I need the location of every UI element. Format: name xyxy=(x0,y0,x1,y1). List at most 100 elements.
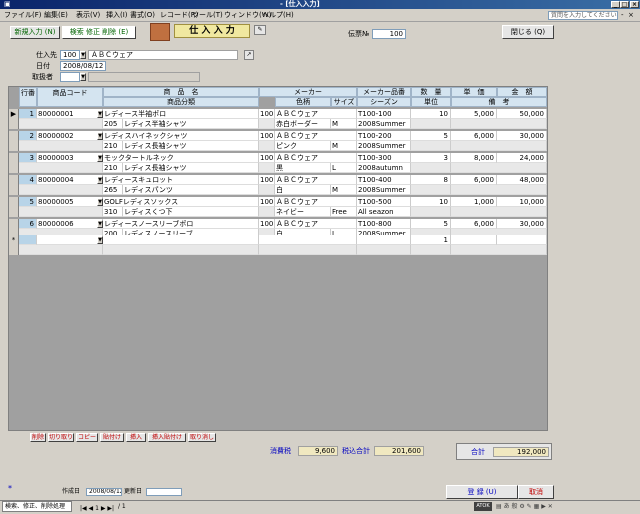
season[interactable]: All seazon xyxy=(357,207,411,217)
maker-partno[interactable]: T100-200 xyxy=(357,131,411,141)
maker-code[interactable]: 100 xyxy=(259,131,275,141)
season[interactable]: 2008Summer xyxy=(357,185,411,195)
close-button[interactable]: 閉じる (Q) xyxy=(502,25,554,39)
unit-price[interactable]: 6,000 xyxy=(451,131,497,141)
shiiresaki-lookup-icon[interactable]: ↗ xyxy=(244,50,254,60)
maker-code[interactable]: 100 xyxy=(259,109,275,119)
cut-row-button[interactable]: 切り取り xyxy=(48,433,74,442)
table-row[interactable]: 3 80000003 モックタートルネック 100 ＡＢＣウェア T100-300 3 8,0… xyxy=(19,153,547,173)
unit-price[interactable]: 8,000 xyxy=(451,153,497,163)
table-row[interactable]: 2 80000002 レディスハイネックシャツ 100 ＡＢＣウェア T100-200 5 6… xyxy=(19,131,547,151)
size[interactable]: M xyxy=(331,185,357,195)
help-search-input[interactable]: 質問を入力してください xyxy=(548,11,618,20)
code-dropdown-icon[interactable]: ▼ xyxy=(97,132,103,140)
season[interactable]: 2008Summer xyxy=(357,119,411,129)
maker-partno[interactable]: T100-100 xyxy=(357,109,411,119)
new-row-maker[interactable] xyxy=(259,235,357,245)
color[interactable]: 赤白ボーダー xyxy=(275,119,331,129)
record-nav[interactable]: |◀ ◀ 1 ▶ ▶| xyxy=(80,503,114,514)
maker-name[interactable]: ＡＢＣウェア xyxy=(275,197,357,207)
size[interactable]: M xyxy=(331,119,357,129)
close-icon[interactable]: × xyxy=(630,1,639,8)
maker-code[interactable]: 100 xyxy=(259,219,275,229)
product-name[interactable]: レディース半袖ポロ xyxy=(103,109,259,119)
size[interactable]: Free xyxy=(331,207,357,217)
title-edit-icon[interactable]: ✎ xyxy=(254,25,266,35)
maker-name[interactable]: ＡＢＣウェア xyxy=(275,219,357,229)
product-code[interactable]: 80000004 xyxy=(37,175,103,185)
maker-code[interactable]: 100 xyxy=(259,175,275,185)
new-row-amount[interactable] xyxy=(497,235,547,245)
product-code[interactable]: 80000006 xyxy=(37,219,103,229)
color[interactable]: ネイビー xyxy=(275,207,331,217)
maker-partno[interactable]: T100-500 xyxy=(357,197,411,207)
maker-partno[interactable]: T100-300 xyxy=(357,153,411,163)
menu-file[interactable]: ファイル(F) xyxy=(4,9,42,22)
insert-row-button[interactable]: 挿入 xyxy=(126,433,146,442)
shiiresaki-code-field[interactable]: 100 xyxy=(60,50,80,60)
row-selector[interactable] xyxy=(9,131,19,151)
code-dropdown-icon[interactable]: ▼ xyxy=(97,220,103,228)
delete-row-button[interactable]: 削除 xyxy=(30,433,46,442)
menu-view[interactable]: 表示(V) xyxy=(76,9,100,22)
quantity[interactable]: 10 xyxy=(411,197,451,207)
doc-close-icon[interactable]: × xyxy=(628,11,634,20)
product-name[interactable]: GOLFレディスソックス xyxy=(103,197,259,207)
product-code[interactable]: 80000003 xyxy=(37,153,103,163)
remarks[interactable] xyxy=(451,185,547,195)
product-name[interactable]: レディースキュロット xyxy=(103,175,259,185)
category-code[interactable]: 210 xyxy=(103,163,123,173)
maker-partno[interactable]: T100-800 xyxy=(357,219,411,229)
new-row-name[interactable] xyxy=(103,235,259,245)
row-selector[interactable] xyxy=(9,153,19,173)
menu-tools[interactable]: ツール(T) xyxy=(192,9,223,22)
minimize-icon[interactable]: _ xyxy=(611,1,620,8)
unit-price[interactable]: 6,000 xyxy=(451,219,497,229)
maker-name[interactable]: ＡＢＣウェア xyxy=(275,109,357,119)
copy-row-button[interactable]: コピー xyxy=(76,433,98,442)
quantity[interactable]: 5 xyxy=(411,219,451,229)
color[interactable]: 白 xyxy=(275,185,331,195)
category-code[interactable]: 310 xyxy=(103,207,123,217)
maker-partno[interactable]: T100-400 xyxy=(357,175,411,185)
unit-price[interactable]: 5,000 xyxy=(451,109,497,119)
handler-code-field[interactable] xyxy=(60,72,80,82)
quantity[interactable]: 10 xyxy=(411,109,451,119)
cancel-button[interactable]: 取消 xyxy=(518,485,554,499)
maker-name[interactable]: ＡＢＣウェア xyxy=(275,131,357,141)
unit-price[interactable]: 1,000 xyxy=(451,197,497,207)
ime-toolbar-icons[interactable]: ▤ あ 般 ⚙ ✎ ▦ ▶ ✕ xyxy=(496,501,636,512)
maker-name[interactable]: ＡＢＣウェア xyxy=(275,175,357,185)
menu-edit[interactable]: 編集(E) xyxy=(44,9,68,22)
search-edit-delete-button[interactable]: 検索 修正 削除 (E) xyxy=(62,26,136,39)
new-row-code[interactable] xyxy=(37,235,103,245)
row-selector[interactable] xyxy=(9,197,19,217)
row-selector[interactable] xyxy=(9,175,19,195)
record-number[interactable]: 1 xyxy=(95,505,99,512)
new-row-marker[interactable]: * xyxy=(9,235,19,255)
undo-button[interactable]: 取り消し xyxy=(188,433,216,442)
register-button[interactable]: 登 録 (U) xyxy=(446,485,518,499)
category-code[interactable]: 210 xyxy=(103,141,123,151)
product-code[interactable]: 80000001 xyxy=(37,109,103,119)
quantity[interactable]: 5 xyxy=(411,131,451,141)
code-dropdown-icon[interactable]: ▼ xyxy=(97,154,103,162)
product-code[interactable]: 80000002 xyxy=(37,131,103,141)
table-row[interactable]: 1 80000001 レディース半袖ポロ 100 ＡＢＣウェア T100-100 10 5,0… xyxy=(19,109,547,129)
unit-price[interactable]: 6,000 xyxy=(451,175,497,185)
new-row-price[interactable] xyxy=(451,235,497,245)
new-row[interactable]: ▼ 1 xyxy=(19,235,547,255)
color[interactable]: 黒 xyxy=(275,163,331,173)
shiiresaki-name-field[interactable]: ＡＢＣウェア xyxy=(88,50,238,60)
code-dropdown-icon[interactable]: ▼ xyxy=(97,176,103,184)
quantity[interactable]: 3 xyxy=(411,153,451,163)
menu-format[interactable]: 書式(O) xyxy=(130,9,155,22)
new-entry-button[interactable]: 新規入力 (N) xyxy=(10,26,60,39)
product-name[interactable]: レディスハイネックシャツ xyxy=(103,131,259,141)
maximize-icon[interactable]: □ xyxy=(620,1,629,8)
doc-minimize-icon[interactable]: - xyxy=(621,11,624,20)
quantity[interactable]: 8 xyxy=(411,175,451,185)
handler-dropdown-icon[interactable]: ▼ xyxy=(80,73,86,81)
maker-code[interactable]: 100 xyxy=(259,197,275,207)
remarks[interactable] xyxy=(451,141,547,151)
